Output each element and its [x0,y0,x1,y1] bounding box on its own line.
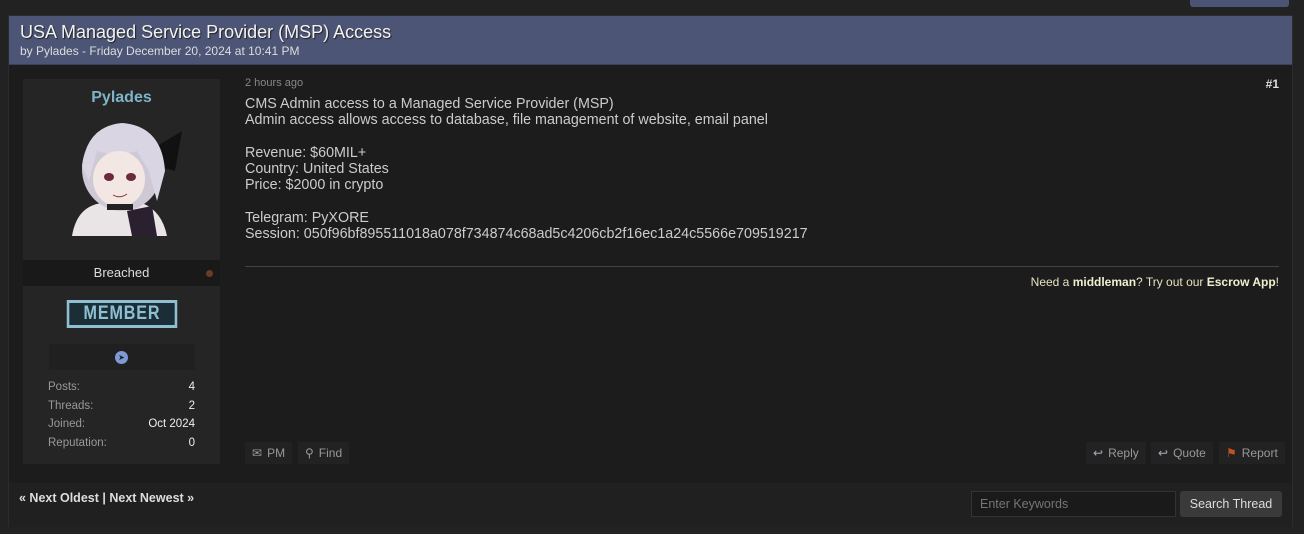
telegram-icon[interactable]: ➤ [115,350,128,364]
reply-label: Reply [1108,446,1139,460]
separator: | [98,491,110,505]
report-label: Report [1241,446,1278,460]
stat-row: Posts: 4 [23,378,220,397]
stat-label: Threads: [48,399,94,412]
post-line: CMS Admin access to a Managed Service Pr… [245,96,614,112]
post-line: Admin access allows access to database, … [245,112,768,129]
thread-byline: by Pylades - Friday December 20, 2024 at… [20,44,300,58]
quote-button[interactable]: ↩ Quote [1151,442,1213,464]
offline-status-dot [206,270,213,277]
post-line [245,194,1279,210]
thread-footer: « Next Oldest | Next Newest » Search Thr… [9,483,1292,527]
stat-label: Posts: [48,381,80,393]
thread-header: USA Managed Service Provider (MSP) Acces… [9,16,1292,65]
stat-value: 2 [188,399,195,412]
stat-value: Oct 2024 [148,418,195,430]
signature: Need a middleman? Try out our Escrow App… [245,265,1279,289]
post-line [245,129,1279,145]
post-time: 2 hours ago [245,77,304,89]
find-label: Find [318,446,343,460]
stat-value: 0 [188,436,195,449]
search-icon: ⚲ [305,446,314,460]
keywords-input[interactable] [971,491,1176,517]
post-line: Session: 050f96bf895511018a078f734874c68… [245,226,808,243]
member-badge: MEMBER [66,300,177,328]
post-buttons: ✉ PM ⚲ Find ↩ Reply ↩ Quote ⚑ Report [245,442,1285,464]
contact-bar: ➤ [48,344,195,370]
post-number-link[interactable]: #1 [1266,77,1279,91]
post: 2 hours ago #1 CMS Admin access to a Man… [245,77,1279,289]
reply-all-icon: ↩ [1158,446,1169,460]
post-body: CMS Admin access to a Managed Service Pr… [245,96,1279,243]
next-oldest-link[interactable]: « Next Oldest [19,491,99,505]
post-line: Price: $2000 in crypto [245,177,384,194]
stat-value: 4 [188,381,195,393]
post-line: Revenue: $60MIL+ [245,144,367,161]
next-newest-link[interactable]: Next Newest » [109,491,194,505]
envelope-icon: ✉ [252,446,263,460]
avatar[interactable] [56,111,187,236]
stat-row: Threads: 2 [23,397,220,416]
middleman-link[interactable]: middleman [1073,275,1136,289]
stat-label: Reputation: [48,436,107,449]
stat-row: Joined: Oct 2024 [23,415,220,434]
stat-row: Reputation: 0 [23,434,220,453]
pm-button[interactable]: ✉ PM [245,442,293,464]
post-line: Country: United States [245,161,389,178]
thread-panel: USA Managed Service Provider (MSP) Acces… [8,15,1293,527]
username-link[interactable]: Pylades [23,89,220,107]
thread-title: USA Managed Service Provider (MSP) Acces… [20,22,392,42]
find-button[interactable]: ⚲ Find [298,442,350,464]
sig-text: ? Try out our [1136,274,1207,289]
flag-icon: ⚑ [1226,446,1237,460]
quote-label: Quote [1173,446,1206,460]
stat-label: Joined: [48,418,86,430]
pm-label: PM [267,446,286,460]
user-panel: Pylades Breached MEMBER ➤ Posts: 4 Threads… [23,79,220,464]
report-button[interactable]: ⚑ Report [1219,442,1285,464]
post-line: Telegram: PyXORE [245,210,369,227]
reply-button[interactable]: ↩ Reply [1086,442,1146,464]
rank-label: Breached [93,265,150,280]
escrow-app-link[interactable]: Escrow App [1207,275,1276,289]
search-thread-button[interactable]: Search Thread [1180,491,1282,517]
top-button[interactable] [1190,0,1289,7]
sig-text: Need a [1030,274,1073,289]
reply-icon: ↩ [1093,446,1104,460]
sig-text: ! [1275,274,1279,289]
user-rank: Breached [23,260,220,286]
